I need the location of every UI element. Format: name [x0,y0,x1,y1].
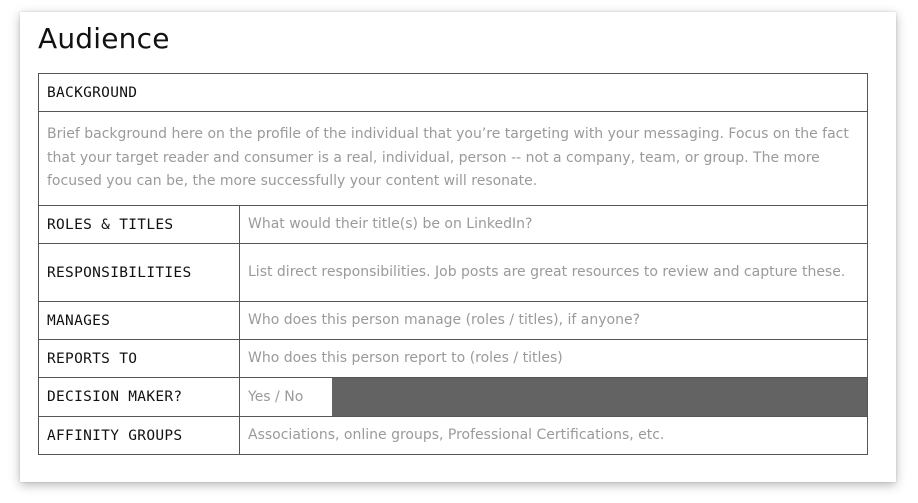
manages-field[interactable]: Who does this person manage (roles / tit… [239,301,868,340]
row-label-reports-to: REPORTS TO [38,339,240,378]
table-row: MANAGES Who does this person manage (rol… [38,301,868,340]
row-label-roles-titles: ROLES & TITLES [38,205,240,244]
row-label-affinity-groups: AFFINITY GROUPS [38,416,240,455]
table-row: RESPONSIBILITIES List direct responsibil… [38,243,868,302]
responsibilities-field[interactable]: List direct responsibilities. Job posts … [239,243,868,302]
affinity-groups-field[interactable]: Associations, online groups, Professiona… [239,416,868,455]
table-row: ROLES & TITLES What would their title(s)… [38,205,868,244]
decision-maker-wrap: Yes / No [240,378,867,416]
row-label-decision-maker: DECISION MAKER? [38,377,240,417]
background-header: BACKGROUND [38,73,868,112]
row-label-responsibilities: RESPONSIBILITIES [38,243,240,302]
table-row: AFFINITY GROUPS Associations, online gro… [38,416,868,455]
background-header-row: BACKGROUND [38,73,868,112]
table-row: REPORTS TO Who does this person report t… [38,339,868,378]
decision-maker-shaded-block [332,378,867,416]
decision-maker-cell: Yes / No [239,377,868,417]
row-label-manages: MANAGES [38,301,240,340]
table-row: DECISION MAKER? Yes / No [38,377,868,417]
audience-table: BACKGROUND Brief background here on the … [38,73,868,455]
background-text-field[interactable]: Brief background here on the profile of … [38,111,868,206]
decision-maker-field[interactable]: Yes / No [240,378,332,416]
page-title: Audience [38,22,170,55]
reports-to-field[interactable]: Who does this person report to (roles / … [239,339,868,378]
roles-titles-field[interactable]: What would their title(s) be on LinkedIn… [239,205,868,244]
background-text-row: Brief background here on the profile of … [38,111,868,206]
